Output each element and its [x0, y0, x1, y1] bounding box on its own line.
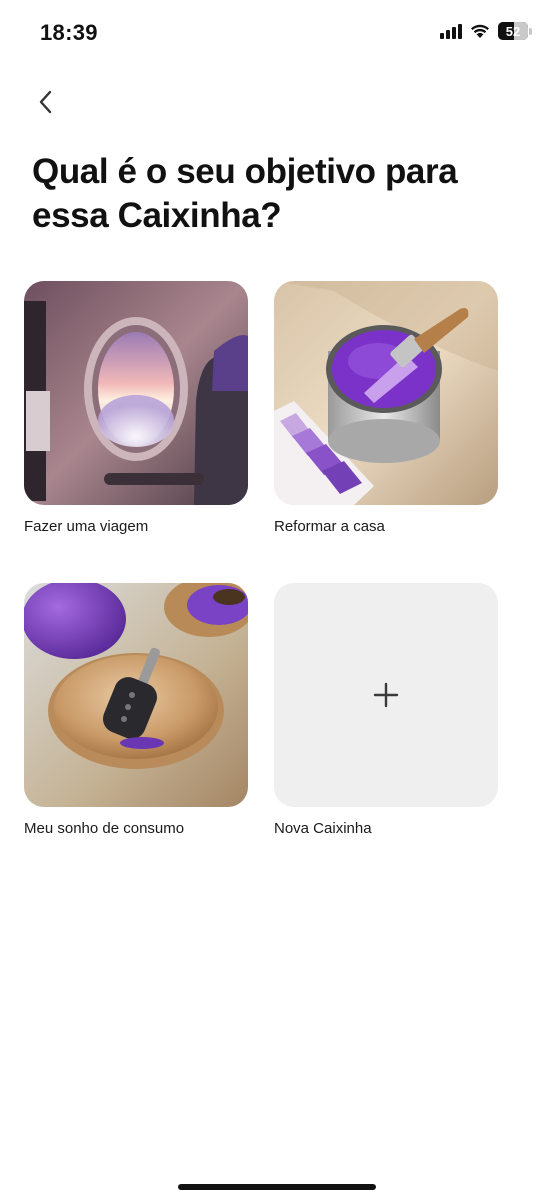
goal-label: Nova Caixinha	[274, 820, 372, 837]
status-icons: 52	[440, 22, 532, 40]
back-button[interactable]	[26, 82, 66, 122]
goal-card-new-box[interactable]: Nova Caixinha	[274, 583, 498, 837]
goal-card-travel[interactable]: Fazer uma viagem	[24, 281, 248, 535]
goal-card-dream-purchase[interactable]: Meu sonho de consumo	[24, 583, 248, 837]
goal-card-renovation[interactable]: Reformar a casa	[274, 281, 498, 535]
chevron-left-icon	[39, 90, 52, 114]
new-box-tile	[274, 583, 498, 807]
page-title: Qual é o seu objetivo para essa Caixinha…	[32, 152, 458, 235]
home-indicator	[178, 1184, 376, 1190]
battery-level: 52	[505, 23, 521, 39]
wifi-icon	[471, 24, 489, 38]
goal-label: Meu sonho de consumo	[24, 820, 185, 837]
airplane-window-image	[24, 281, 248, 505]
car-key-image	[24, 583, 248, 807]
battery-icon: 52	[498, 22, 532, 40]
goal-label: Reformar a casa	[274, 518, 385, 535]
paint-can-image	[274, 281, 498, 505]
cellular-signal-icon	[440, 23, 462, 39]
plus-icon	[373, 682, 399, 708]
status-time: 18:39	[40, 20, 98, 45]
status-bar: 18:39 52	[0, 0, 554, 66]
goal-label: Fazer uma viagem	[24, 518, 149, 535]
